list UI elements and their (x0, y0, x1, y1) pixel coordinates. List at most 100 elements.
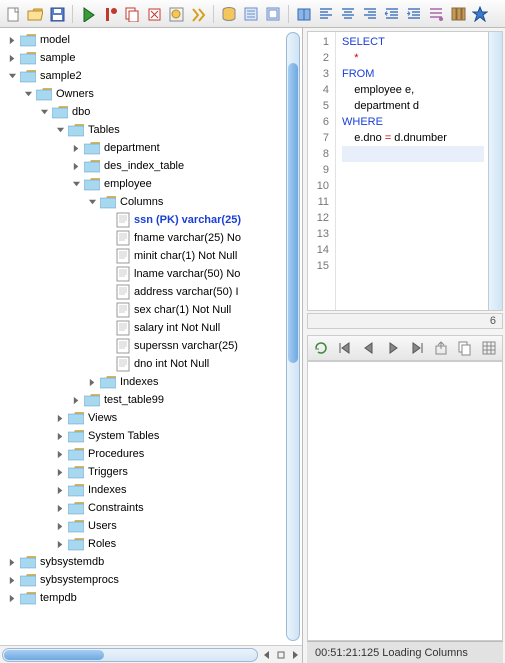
disclosure-open-icon[interactable] (6, 70, 18, 82)
tree-row[interactable]: Indexes (6, 373, 302, 391)
tree-row[interactable]: minit char(1) Not Null (6, 247, 302, 265)
tree-row[interactable]: sample (6, 49, 302, 67)
code-line[interactable]: department d (342, 98, 484, 114)
disclosure-open-icon[interactable] (70, 178, 82, 190)
disclosure-closed-icon[interactable] (6, 34, 18, 46)
pref2-icon[interactable] (264, 5, 282, 23)
disclosure-closed-icon[interactable] (70, 160, 82, 172)
code-line[interactable]: * (342, 50, 484, 66)
tree-row[interactable]: ssn (PK) varchar(25) (6, 211, 302, 229)
indent-inc-icon[interactable] (405, 5, 423, 23)
nav-next-icon[interactable] (384, 339, 402, 357)
code-line[interactable] (342, 162, 484, 178)
refresh-icon[interactable] (312, 339, 330, 357)
disclosure-closed-icon[interactable] (70, 394, 82, 406)
scroll-right-icon[interactable] (288, 648, 302, 662)
export-icon[interactable] (432, 339, 450, 357)
tree-row[interactable]: test_table99 (6, 391, 302, 409)
nav-prev-icon[interactable] (360, 339, 378, 357)
disclosure-open-icon[interactable] (38, 106, 50, 118)
tree-row[interactable]: sybsystemprocs (6, 571, 302, 589)
nav-first-icon[interactable] (336, 339, 354, 357)
disclosure-closed-icon[interactable] (54, 430, 66, 442)
sql-run-icon[interactable] (79, 5, 97, 23)
disclosure-open-icon[interactable] (54, 124, 66, 136)
disclosure-closed-icon[interactable] (86, 376, 98, 388)
pref1-icon[interactable] (242, 5, 260, 23)
tree-row[interactable]: sex char(1) Not Null (6, 301, 302, 319)
disclosure-open-icon[interactable] (22, 88, 34, 100)
indent-dec-icon[interactable] (383, 5, 401, 23)
disclosure-closed-icon[interactable] (70, 142, 82, 154)
tree-row[interactable]: superssn varchar(25) (6, 337, 302, 355)
tree-row[interactable]: sybsystemdb (6, 553, 302, 571)
scroll-left-icon[interactable] (260, 648, 274, 662)
tree-row[interactable]: Constraints (6, 499, 302, 517)
tree-row[interactable]: System Tables (6, 427, 302, 445)
new-doc-icon[interactable] (4, 5, 22, 23)
disclosure-closed-icon[interactable] (6, 574, 18, 586)
disclosure-closed-icon[interactable] (6, 52, 18, 64)
folder-open-icon[interactable] (26, 5, 44, 23)
tree-row[interactable]: sample2 (6, 67, 302, 85)
nav-last-icon[interactable] (408, 339, 426, 357)
tree-row[interactable]: address varchar(50) I (6, 283, 302, 301)
columns-icon[interactable] (449, 5, 467, 23)
sql-code[interactable]: SELECT *FROM employee e, department dWHE… (336, 32, 488, 310)
tree-vertical-scrollbar[interactable] (286, 32, 300, 641)
book-icon[interactable] (295, 5, 313, 23)
db-icon[interactable] (220, 5, 238, 23)
tree-row[interactable]: department (6, 139, 302, 157)
copy-icon[interactable] (456, 339, 474, 357)
tree-row[interactable]: salary int Not Null (6, 319, 302, 337)
tree-row[interactable]: des_index_table (6, 157, 302, 175)
tree-row[interactable]: employee (6, 175, 302, 193)
disclosure-closed-icon[interactable] (54, 448, 66, 460)
tree-row[interactable]: model (6, 31, 302, 49)
code-line[interactable] (342, 194, 484, 210)
code-line[interactable]: SELECT (342, 34, 484, 50)
code-line[interactable] (342, 178, 484, 194)
disclosure-closed-icon[interactable] (54, 520, 66, 532)
code-line[interactable] (342, 242, 484, 258)
save-icon[interactable] (48, 5, 66, 23)
sql-copy-icon[interactable] (123, 5, 141, 23)
disclosure-closed-icon[interactable] (54, 502, 66, 514)
code-line[interactable]: e.dno = d.dnumber (342, 130, 484, 146)
star-icon[interactable] (471, 5, 489, 23)
disclosure-closed-icon[interactable] (6, 592, 18, 604)
tree-row[interactable]: Tables (6, 121, 302, 139)
tree-row[interactable]: Owners (6, 85, 302, 103)
sql-rollback-icon[interactable] (145, 5, 163, 23)
code-line[interactable]: WHERE (342, 114, 484, 130)
editor-vertical-scrollbar[interactable] (488, 32, 502, 310)
grid-icon[interactable] (480, 339, 498, 357)
tree-row[interactable]: Indexes (6, 481, 302, 499)
code-line[interactable] (342, 210, 484, 226)
sql-commit-icon[interactable] (101, 5, 119, 23)
align-left-icon[interactable] (317, 5, 335, 23)
disclosure-closed-icon[interactable] (54, 538, 66, 550)
tree-row[interactable]: dbo (6, 103, 302, 121)
format-icon[interactable] (427, 5, 445, 23)
tree-row[interactable]: lname varchar(50) No (6, 265, 302, 283)
tree-row[interactable]: Views (6, 409, 302, 427)
code-line[interactable] (342, 226, 484, 242)
db-tree[interactable]: modelsamplesample2OwnersdboTablesdepartm… (0, 28, 302, 645)
disclosure-open-icon[interactable] (86, 196, 98, 208)
tree-row[interactable]: Columns (6, 193, 302, 211)
scroll-page-icon[interactable] (274, 648, 288, 662)
tree-row[interactable]: Triggers (6, 463, 302, 481)
align-right-icon[interactable] (361, 5, 379, 23)
results-grid[interactable] (307, 361, 503, 641)
code-line[interactable]: employee e, (342, 82, 484, 98)
code-line[interactable] (342, 258, 484, 274)
editor-horizontal-scrollbar[interactable]: 6 (307, 313, 503, 329)
sql-explain-icon[interactable] (189, 5, 207, 23)
align-center-icon[interactable] (339, 5, 357, 23)
tree-row[interactable]: Users (6, 517, 302, 535)
tree-row[interactable]: fname varchar(25) No (6, 229, 302, 247)
tree-row[interactable]: Roles (6, 535, 302, 553)
tree-horizontal-scrollbar[interactable] (2, 648, 258, 662)
code-line[interactable]: FROM (342, 66, 484, 82)
